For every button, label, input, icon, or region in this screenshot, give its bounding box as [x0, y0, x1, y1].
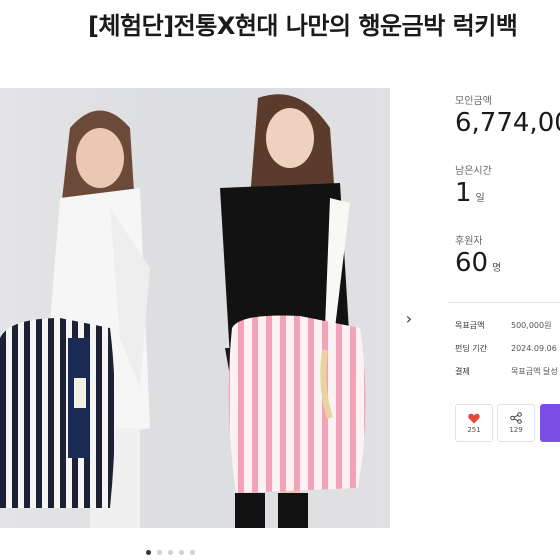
info-key: 목표금액 [455, 321, 485, 330]
chevron-right-icon: › [405, 308, 413, 328]
funded-amount: 6,774,00 [455, 108, 560, 138]
carousel-dot[interactable] [190, 550, 195, 555]
info-value: 2024.09.06 [511, 344, 557, 353]
info-key: 펀딩 기간 [455, 344, 487, 353]
info-row-payment: 결제 목표금액 달성 [455, 366, 558, 377]
supporters-number: 60 [455, 248, 489, 278]
info-value: 500,000원 [511, 321, 552, 330]
share-button[interactable]: 129 [497, 404, 535, 442]
carousel-indicator [146, 550, 195, 555]
carousel-dot[interactable] [146, 550, 151, 555]
remaining-time: 1일 [455, 178, 485, 208]
supporters-label: 후원자 [455, 236, 483, 247]
carousel-dot[interactable] [168, 550, 173, 555]
next-slide-button[interactable]: › [398, 306, 420, 330]
funded-label: 모인금액 [455, 96, 492, 107]
info-key: 결제 [455, 367, 470, 376]
heart-icon [468, 413, 480, 423]
info-row-period: 펀딩 기간 2024.09.06 [455, 343, 557, 354]
info-row-goal: 목표금액 500,000원 [455, 320, 551, 331]
project-title: [체험단]전통X현대 나만의 행운금박 럭키백 [88, 12, 518, 40]
remaining-label: 남은시간 [455, 166, 492, 177]
stats-divider [448, 302, 560, 303]
carousel-dot[interactable] [157, 550, 162, 555]
remaining-unit: 일 [475, 193, 485, 204]
product-photo-illustration [0, 94, 366, 528]
remaining-days: 1 [455, 178, 472, 208]
supporters-count: 60 명 [455, 248, 501, 278]
like-count: 251 [467, 425, 481, 434]
share-count: 129 [509, 426, 523, 434]
carousel-dot[interactable] [179, 550, 184, 555]
supporters-unit: 명 [492, 263, 502, 274]
product-photo[interactable] [0, 88, 390, 528]
info-value: 목표금액 달성 [511, 367, 558, 376]
share-icon [510, 412, 522, 424]
like-button[interactable]: 251 [455, 404, 493, 442]
support-button[interactable] [540, 404, 560, 442]
